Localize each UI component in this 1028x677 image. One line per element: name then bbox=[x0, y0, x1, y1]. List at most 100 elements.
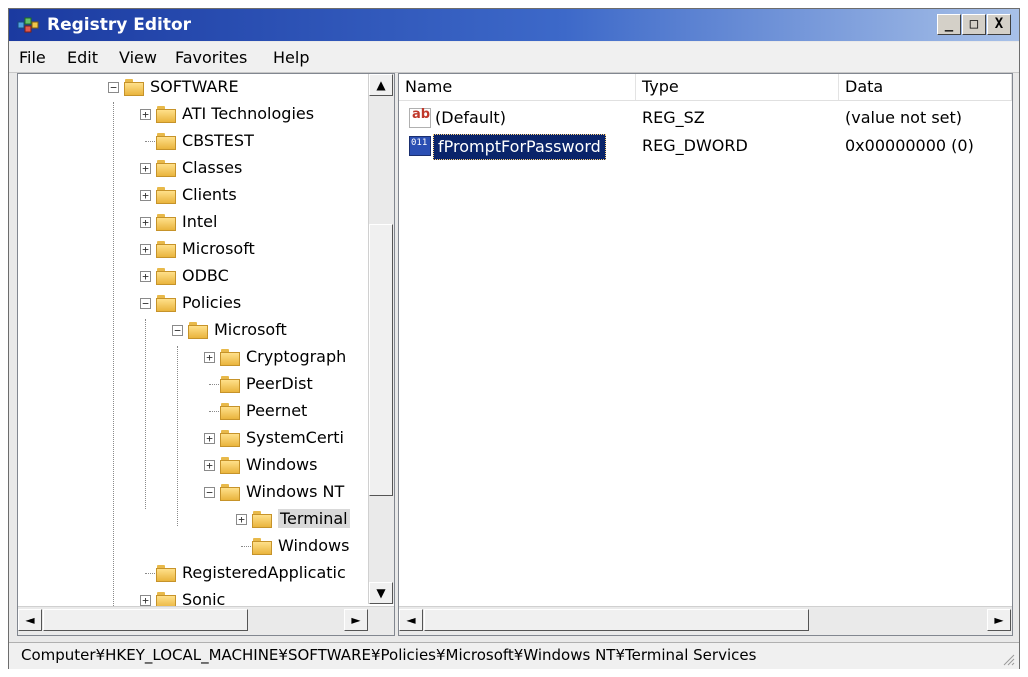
expand-icon[interactable]: + bbox=[140, 217, 151, 228]
tree-node[interactable]: + ATI Technologies bbox=[18, 103, 368, 129]
tree-node-label: Terminal bbox=[278, 509, 350, 528]
folder-icon bbox=[220, 376, 240, 393]
folder-icon bbox=[156, 187, 176, 204]
tree-node-label: SystemCerti bbox=[246, 428, 344, 447]
tree-node[interactable]: RegisteredApplicatic bbox=[18, 562, 368, 588]
tree-node[interactable]: Windows bbox=[18, 535, 368, 561]
expand-icon[interactable]: + bbox=[140, 109, 151, 120]
value-row-selected[interactable]: 011 fPromptForPassword REG_DWORD 0x00000… bbox=[399, 133, 1012, 160]
tree-node-label: SOFTWARE bbox=[150, 77, 239, 96]
expand-icon[interactable]: + bbox=[140, 244, 151, 255]
tree-node[interactable]: + SystemCerti bbox=[18, 427, 368, 453]
values-pane[interactable]: Name Type Data ab (Default) REG_SZ (valu… bbox=[398, 73, 1013, 636]
tree-hscroll-thumb[interactable] bbox=[43, 609, 248, 631]
menu-bar: File Edit View Favorites Help bbox=[9, 42, 1019, 73]
folder-icon bbox=[252, 511, 272, 528]
tree-vertical-scrollbar[interactable]: ▲ ▼ bbox=[368, 74, 394, 604]
resize-grip-icon[interactable] bbox=[1001, 652, 1015, 666]
tree-node[interactable]: CBSTEST bbox=[18, 130, 368, 156]
tree-node-label: ODBC bbox=[182, 266, 229, 285]
tree-node-label: Clients bbox=[182, 185, 237, 204]
expand-icon[interactable]: + bbox=[204, 460, 215, 471]
menu-help[interactable]: Help bbox=[273, 48, 309, 67]
tree-node[interactable]: − Microsoft bbox=[18, 319, 368, 345]
tree-node-label: Intel bbox=[182, 212, 218, 231]
tree-node[interactable]: + Microsoft bbox=[18, 238, 368, 264]
folder-icon bbox=[124, 79, 144, 96]
tree-node-label: Peernet bbox=[246, 401, 308, 420]
maximize-button[interactable]: □ bbox=[962, 14, 986, 35]
folder-icon bbox=[156, 106, 176, 123]
binary-value-icon: 011 bbox=[409, 136, 431, 156]
registry-editor-window: Registry Editor _ □ X File Edit View Fav… bbox=[8, 8, 1020, 669]
tree-node[interactable]: + Classes bbox=[18, 157, 368, 183]
tree-node[interactable]: − SOFTWARE bbox=[18, 76, 368, 102]
folder-icon bbox=[220, 457, 240, 474]
scroll-up-button[interactable]: ▲ bbox=[369, 74, 393, 96]
folder-icon bbox=[156, 133, 176, 150]
key-tree-pane[interactable]: − SOFTWARE + ATI Technologies CBSTEST + Classe… bbox=[17, 73, 395, 636]
tree-node[interactable]: + Terminal bbox=[18, 508, 368, 534]
values-hscroll-thumb[interactable] bbox=[424, 609, 809, 631]
value-row[interactable]: ab (Default) REG_SZ (value not set) bbox=[399, 105, 1012, 131]
tree-node-label: Microsoft bbox=[182, 239, 255, 258]
expand-icon[interactable]: + bbox=[140, 595, 151, 606]
folder-icon bbox=[156, 214, 176, 231]
title-bar[interactable]: Registry Editor _ □ X bbox=[9, 9, 1019, 41]
tree-node[interactable]: + Cryptograph bbox=[18, 346, 368, 372]
column-header-name[interactable]: Name bbox=[399, 74, 636, 100]
status-path: Computer¥HKEY_LOCAL_MACHINE¥SOFTWARE¥Pol… bbox=[21, 646, 757, 664]
folder-icon bbox=[156, 160, 176, 177]
tree-node[interactable]: + Intel bbox=[18, 211, 368, 237]
collapse-icon[interactable]: − bbox=[108, 82, 119, 93]
close-button[interactable]: X bbox=[987, 14, 1011, 35]
expand-icon[interactable]: + bbox=[204, 352, 215, 363]
folder-icon bbox=[220, 349, 240, 366]
minimize-button[interactable]: _ bbox=[937, 14, 961, 35]
tree-node-label: Windows NT bbox=[246, 482, 345, 501]
column-header-type[interactable]: Type bbox=[636, 74, 839, 100]
expand-icon[interactable]: + bbox=[140, 163, 151, 174]
tree-node[interactable]: + Clients bbox=[18, 184, 368, 210]
tree-node[interactable]: − Policies bbox=[18, 292, 368, 318]
tree-scroll-right-button[interactable]: ► bbox=[344, 609, 368, 631]
values-scroll-right-button[interactable]: ► bbox=[987, 609, 1011, 631]
folder-icon bbox=[156, 268, 176, 285]
tree-node[interactable]: Peernet bbox=[18, 400, 368, 426]
value-data: 0x00000000 (0) bbox=[845, 136, 974, 155]
folder-icon bbox=[188, 322, 208, 339]
menu-file[interactable]: File bbox=[19, 48, 46, 67]
tree-node-label: Microsoft bbox=[214, 320, 287, 339]
tree-node-label: Classes bbox=[182, 158, 243, 177]
values-horizontal-scrollbar[interactable]: ◄ ► bbox=[399, 606, 1012, 635]
value-name: (Default) bbox=[435, 108, 506, 127]
expand-icon[interactable]: + bbox=[236, 514, 247, 525]
scroll-down-button[interactable]: ▼ bbox=[369, 582, 393, 604]
menu-view[interactable]: View bbox=[119, 48, 157, 67]
menu-favorites[interactable]: Favorites bbox=[175, 48, 247, 67]
menu-edit[interactable]: Edit bbox=[67, 48, 98, 67]
tree-node-label: ATI Technologies bbox=[182, 104, 315, 123]
tree-horizontal-scrollbar[interactable]: ◄ ► bbox=[18, 606, 394, 635]
expand-icon[interactable]: + bbox=[204, 433, 215, 444]
tree-node[interactable]: + Windows bbox=[18, 454, 368, 480]
folder-icon bbox=[156, 295, 176, 312]
value-name: fPromptForPassword bbox=[433, 134, 606, 160]
collapse-icon[interactable]: − bbox=[172, 325, 183, 336]
tree-scroll-left-button[interactable]: ◄ bbox=[18, 609, 42, 631]
expand-icon[interactable]: + bbox=[140, 190, 151, 201]
tree-vscroll-thumb[interactable] bbox=[369, 224, 393, 496]
tree-node[interactable]: PeerDist bbox=[18, 373, 368, 399]
tree-node-label: RegisteredApplicatic bbox=[182, 563, 346, 582]
values-scroll-left-button[interactable]: ◄ bbox=[399, 609, 423, 631]
collapse-icon[interactable]: − bbox=[204, 487, 215, 498]
tree-node[interactable]: + ODBC bbox=[18, 265, 368, 291]
tree-node-label: Windows bbox=[278, 536, 350, 555]
tree-node[interactable]: − Windows NT bbox=[18, 481, 368, 507]
expand-icon[interactable]: + bbox=[140, 271, 151, 282]
folder-icon bbox=[156, 565, 176, 582]
folder-icon bbox=[252, 538, 272, 555]
collapse-icon[interactable]: − bbox=[140, 298, 151, 309]
value-type: REG_SZ bbox=[642, 108, 705, 127]
column-header-data[interactable]: Data bbox=[839, 74, 1012, 100]
